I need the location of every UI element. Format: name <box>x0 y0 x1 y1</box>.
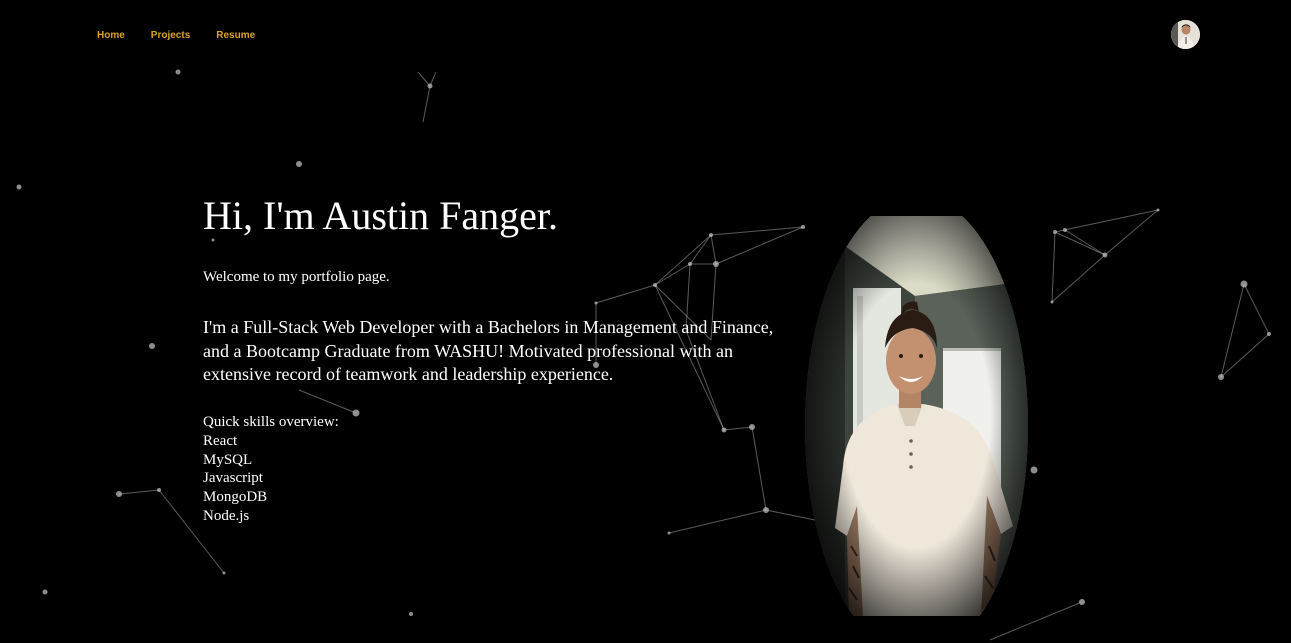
page-title: Hi, I'm Austin Fanger. <box>203 193 558 238</box>
skill-item: MongoDB <box>203 489 268 506</box>
avatar-image <box>1171 20 1200 49</box>
portrait-photo <box>805 216 1028 616</box>
skill-item: MySQL <box>203 451 253 468</box>
skill-item: Node.js <box>203 507 250 524</box>
skill-item: React <box>203 432 238 449</box>
skills-list: React MySQL Javascript MongoDB Node.js <box>203 432 339 526</box>
nav-link-resume[interactable]: Resume <box>216 30 255 41</box>
profile-avatar-icon[interactable] <box>1171 20 1200 49</box>
skill-item: Javascript <box>203 470 263 487</box>
nav-links: Home Projects Resume <box>97 30 281 41</box>
skills-overview: Quick skills overview: React MySQL Javas… <box>203 413 339 526</box>
skills-heading: Quick skills overview: <box>203 414 339 430</box>
intro-paragraph: I'm a Full-Stack Web Developer with a Ba… <box>203 317 774 384</box>
nav-link-projects[interactable]: Projects <box>151 30 190 41</box>
nav-link-home[interactable]: Home <box>97 30 125 41</box>
navbar: Home Projects Resume <box>0 0 1291 72</box>
welcome-text: Welcome to my portfolio page. <box>203 269 390 285</box>
